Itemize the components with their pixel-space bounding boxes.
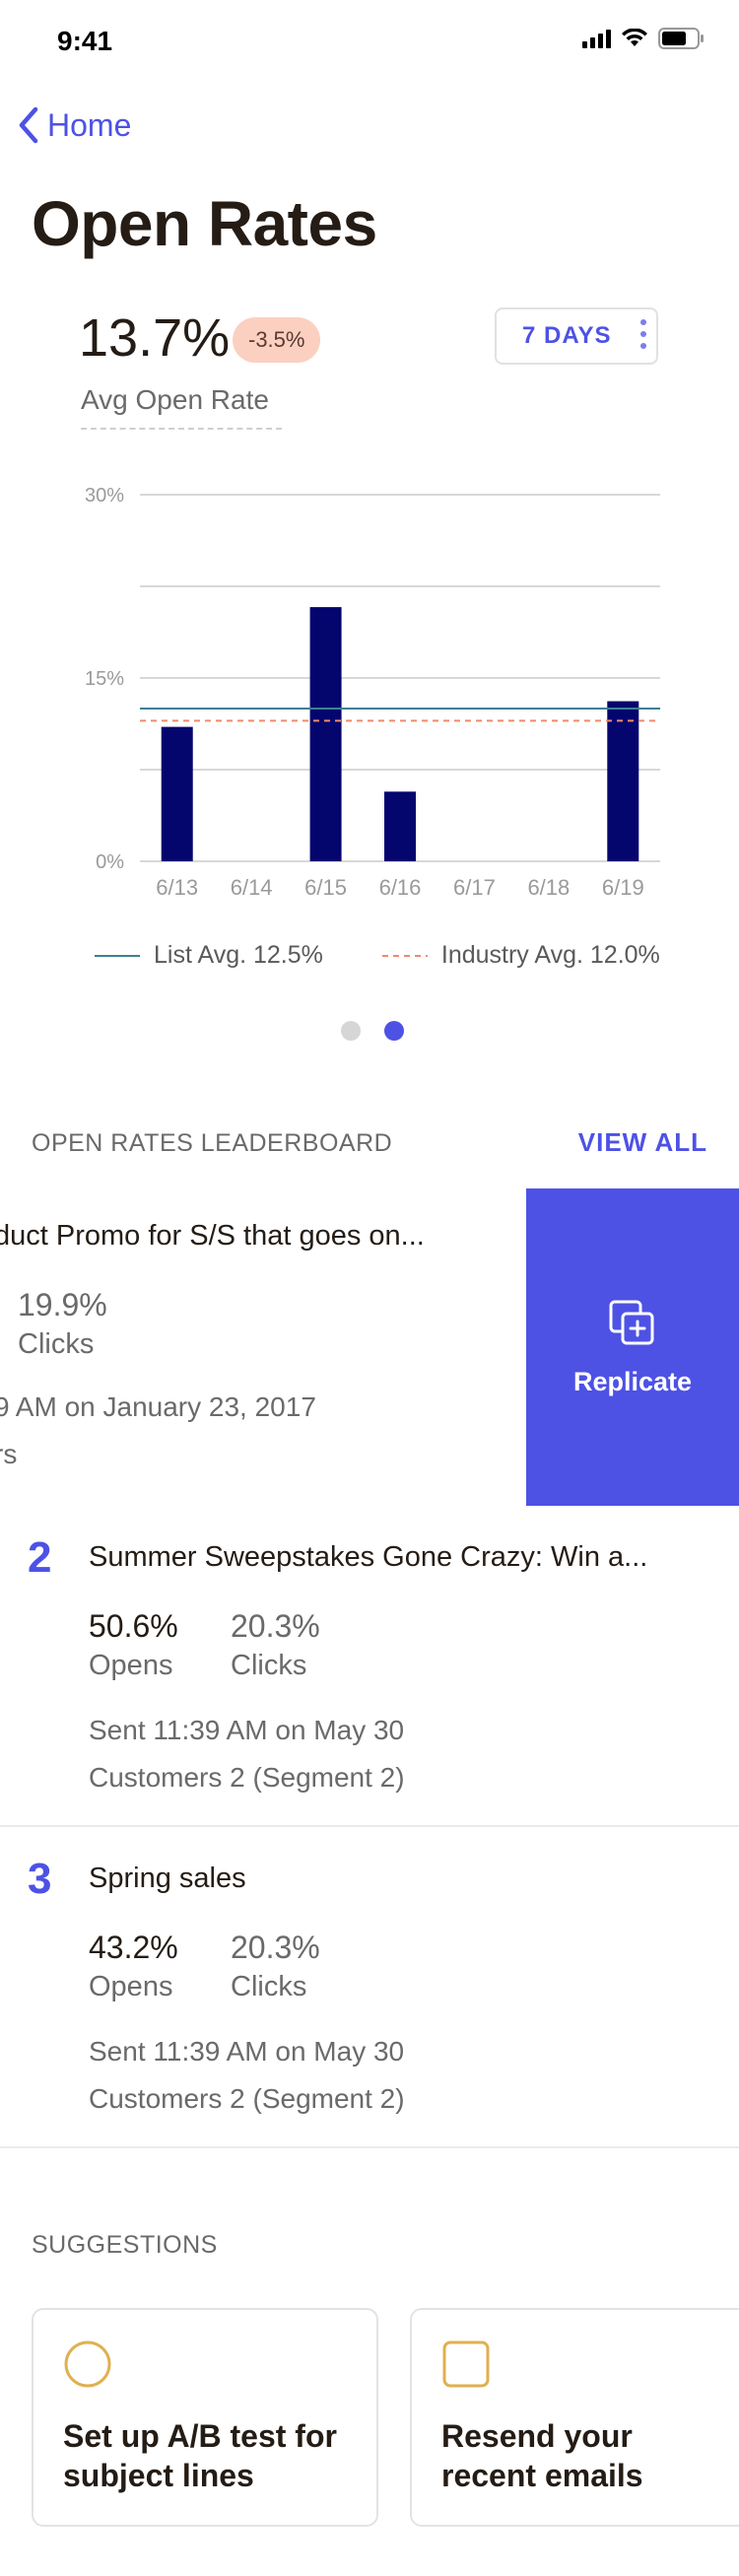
campaign-title: duct Promo for S/S that goes on...: [0, 1220, 425, 1252]
legend-industry-avg-label: Industry Avg. 12.0%: [440, 941, 660, 969]
row-divider: [0, 2146, 739, 2148]
suggestion-title-line2: recent emails: [441, 2458, 643, 2493]
x-tick-label: 6/13: [156, 875, 198, 900]
bar-6-13: [161, 726, 193, 861]
suggestion-card-resend[interactable]: Resend your recent emails: [410, 2308, 739, 2527]
leaderboard-item-3[interactable]: 3 Spring sales 43.2% Opens 20.3% Clicks …: [0, 1827, 739, 2148]
date-range-label: 7 DAYS: [522, 322, 612, 349]
replicate-label: Replicate: [572, 1366, 693, 1396]
x-tick-label: 6/14: [231, 875, 273, 900]
legend-dashed-line-icon: [381, 954, 428, 957]
y-tick-label: 30%: [85, 485, 124, 507]
bar-6-16: [384, 791, 416, 861]
suggestion-title-line1: Resend your: [441, 2418, 633, 2454]
back-button[interactable]: Home: [18, 106, 131, 144]
clicks-value: 20.3%: [231, 1608, 320, 1644]
legend-solid-line-icon: [95, 954, 140, 957]
sent-info: Sent 11:39 AM on May 30: [89, 1715, 405, 1745]
clicks-label: Clicks: [231, 1971, 307, 2002]
legend-list-avg-label: List Avg. 12.5%: [154, 941, 323, 969]
avg-open-rate-label[interactable]: Avg Open Rate: [81, 384, 282, 430]
battery-icon: [658, 28, 704, 49]
rank-number: 2: [28, 1533, 52, 1582]
open-rates-chart: 0% 15% 30% 6/13 6/14 6/15 6/16 6/17 6/18 6/19: [85, 485, 660, 900]
chevron-left-icon: [19, 106, 38, 144]
sent-info: 9 AM on January 23, 2017: [0, 1391, 316, 1422]
square-icon: [442, 2340, 490, 2388]
page-indicator[interactable]: [341, 1021, 404, 1041]
clicks-value: 19.9%: [18, 1287, 107, 1322]
suggestion-card-ab-test[interactable]: Set up A/B test for subject lines: [32, 2308, 378, 2527]
opens-label: Opens: [89, 1971, 173, 2002]
x-tick-label: 6/18: [527, 875, 570, 900]
x-tick-label: 6/19: [602, 875, 644, 900]
status-time: 9:41: [57, 26, 113, 56]
page-dot-1[interactable]: [341, 1021, 361, 1041]
leaderboard-header: OPEN RATES LEADERBOARD: [32, 1129, 393, 1157]
suggestion-title: Resend your recent emails: [441, 2416, 643, 2495]
clicks-label: Clicks: [231, 1650, 307, 1681]
clicks-label: Clicks: [18, 1328, 95, 1360]
wifi-icon: [622, 29, 647, 46]
y-tick-label: 0%: [96, 851, 124, 873]
campaign-title: Summer Sweepstakes Gone Crazy: Win a...: [89, 1541, 648, 1573]
circle-icon: [64, 2340, 111, 2388]
replicate-button[interactable]: Replicate: [526, 1188, 739, 1506]
page-dot-2-active[interactable]: [384, 1021, 404, 1041]
back-label: Home: [47, 106, 132, 143]
suggestions-header: SUGGESTIONS: [32, 2231, 218, 2259]
clicks-value: 20.3%: [231, 1930, 320, 1965]
x-tick-label: 6/17: [453, 875, 496, 900]
leaderboard-item-2[interactable]: 2 Summer Sweepstakes Gone Crazy: Win a..…: [0, 1506, 739, 1827]
more-options-icon: [640, 319, 646, 349]
bar-6-19: [607, 701, 639, 861]
opens-value: 43.2%: [89, 1930, 178, 1965]
audience-info: Customers 2 (Segment 2): [89, 2083, 405, 2114]
audience-info: rs: [0, 1439, 18, 1469]
y-tick-label: 15%: [85, 668, 124, 690]
avg-open-rate-value: 13.7%: [79, 308, 231, 368]
status-icons: [582, 28, 705, 49]
opens-value: 50.6%: [89, 1608, 178, 1644]
change-badge: -3.5%: [233, 317, 321, 363]
legend-list-avg: List Avg. 12.5%: [95, 941, 323, 970]
signal-icon: [582, 29, 611, 48]
suggestion-title-line1: Set up A/B test for: [63, 2418, 337, 2454]
date-range-button[interactable]: 7 DAYS: [495, 307, 658, 365]
legend-industry-avg: Industry Avg. 12.0%: [381, 941, 660, 970]
view-all-link[interactable]: VIEW ALL: [578, 1127, 707, 1158]
x-tick-label: 6/15: [304, 875, 347, 900]
replicate-icon: [609, 1300, 654, 1344]
x-tick-label: 6/16: [379, 875, 422, 900]
suggestion-title: Set up A/B test for subject lines: [63, 2416, 337, 2495]
bar-6-15: [309, 607, 342, 861]
chart-legend: List Avg. 12.5% Industry Avg. 12.0%: [95, 941, 660, 970]
page-title: Open Rates: [32, 188, 377, 259]
sent-info: Sent 11:39 AM on May 30: [89, 2036, 405, 2067]
opens-label: Opens: [89, 1650, 173, 1681]
rank-number: 3: [28, 1855, 52, 1903]
audience-info: Customers 2 (Segment 2): [89, 1762, 405, 1793]
campaign-title: Spring sales: [89, 1863, 246, 1894]
suggestion-title-line2: subject lines: [63, 2458, 254, 2493]
